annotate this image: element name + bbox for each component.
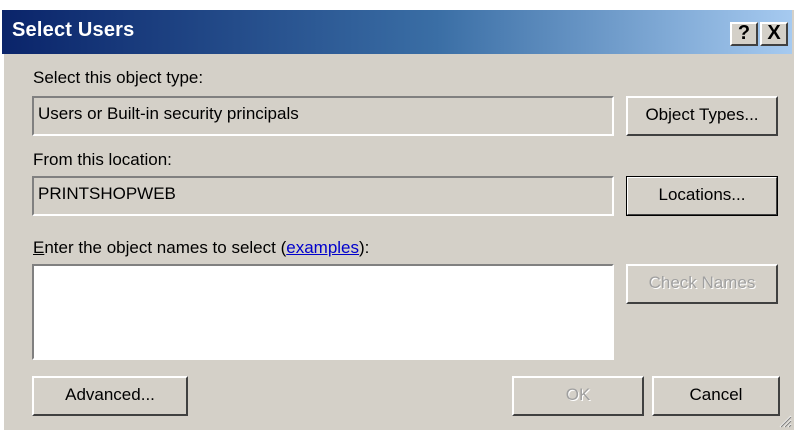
help-icon: ? <box>737 22 751 44</box>
resize-grip-icon[interactable] <box>778 414 792 428</box>
examples-link[interactable]: examples <box>286 238 359 257</box>
title-bar[interactable]: Select Users ? X <box>2 10 792 54</box>
ok-button-label: OK <box>565 385 591 404</box>
object-names-label-suffix: ): <box>359 238 370 257</box>
ok-button[interactable]: OK <box>512 376 644 416</box>
help-button[interactable]: ? <box>730 22 758 46</box>
location-value: PRINTSHOPWEB <box>38 184 176 203</box>
check-names-button-label: Check Names <box>648 273 756 292</box>
close-icon: X <box>767 22 781 44</box>
close-button[interactable]: X <box>760 22 788 46</box>
object-names-access-key: E <box>33 238 45 257</box>
object-names-input[interactable] <box>32 264 614 360</box>
object-types-button-label: Object Types... <box>645 105 759 124</box>
object-names-label-text: nter the object names to select ( <box>44 238 287 257</box>
object-type-field: Users or Built-in security principals <box>32 96 614 136</box>
location-field: PRINTSHOPWEB <box>32 176 614 216</box>
object-type-label: Select this object type: <box>33 68 204 87</box>
locations-button-label: Locations... <box>658 185 746 204</box>
window-title: Select Users <box>12 19 135 41</box>
locations-button[interactable]: Locations... <box>626 176 778 216</box>
object-types-button[interactable]: Object Types... <box>626 96 778 136</box>
location-label: From this location: <box>33 150 172 169</box>
cancel-button[interactable]: Cancel <box>652 376 780 416</box>
advanced-button[interactable]: Advanced... <box>32 376 188 416</box>
advanced-button-label: Advanced... <box>65 385 155 404</box>
object-type-value: Users or Built-in security principals <box>38 104 299 123</box>
check-names-button[interactable]: Check Names <box>626 264 778 304</box>
object-names-label: Enter the object names to select (exampl… <box>33 238 369 258</box>
cancel-button-label: Cancel <box>689 385 743 404</box>
